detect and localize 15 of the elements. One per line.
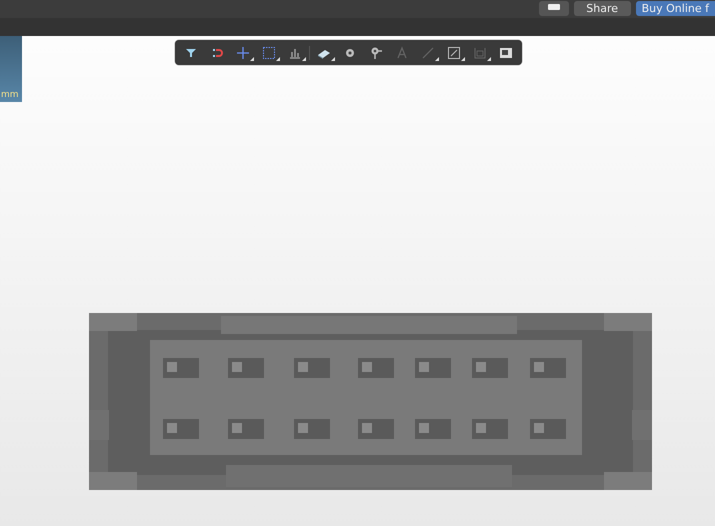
share-button[interactable]: Share: [574, 0, 631, 16]
measure-icon: [446, 44, 462, 60]
comment-button[interactable]: [538, 0, 569, 16]
dropdown-corner-icon: [276, 57, 280, 61]
dropdown-corner-icon: [435, 57, 439, 61]
buy-online-button[interactable]: Buy Online f: [636, 0, 715, 16]
dropdown-corner-icon: [250, 57, 254, 61]
dropdown-corner-icon: [487, 57, 491, 61]
line-icon: [420, 44, 436, 60]
dropdown-corner-icon: [331, 57, 335, 61]
crosshair-icon: [235, 44, 251, 60]
unit-label: mm: [1, 90, 19, 100]
dashed-square-icon: [261, 44, 277, 60]
dropdown-corner-icon: [461, 57, 465, 61]
speech-bubble-icon: [546, 4, 561, 12]
